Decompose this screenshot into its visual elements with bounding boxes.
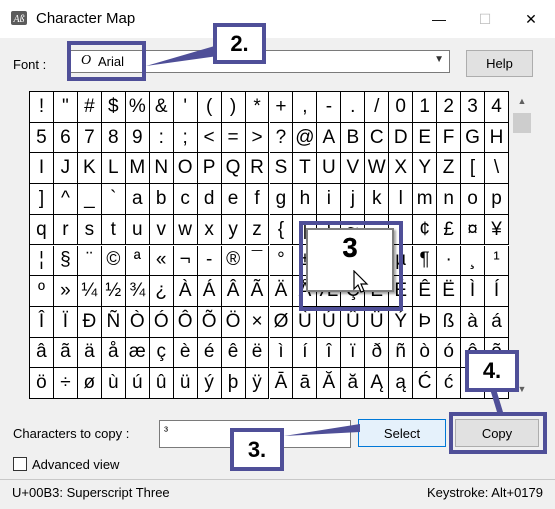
font-highlight-box (67, 41, 146, 81)
copy-button-highlight (449, 412, 547, 454)
step-3-callout: 3. (230, 428, 284, 471)
step-4-callout: 4. (465, 350, 519, 392)
step-2-callout: 2. (213, 23, 266, 64)
step-3-grid-label: 3 (342, 232, 358, 262)
